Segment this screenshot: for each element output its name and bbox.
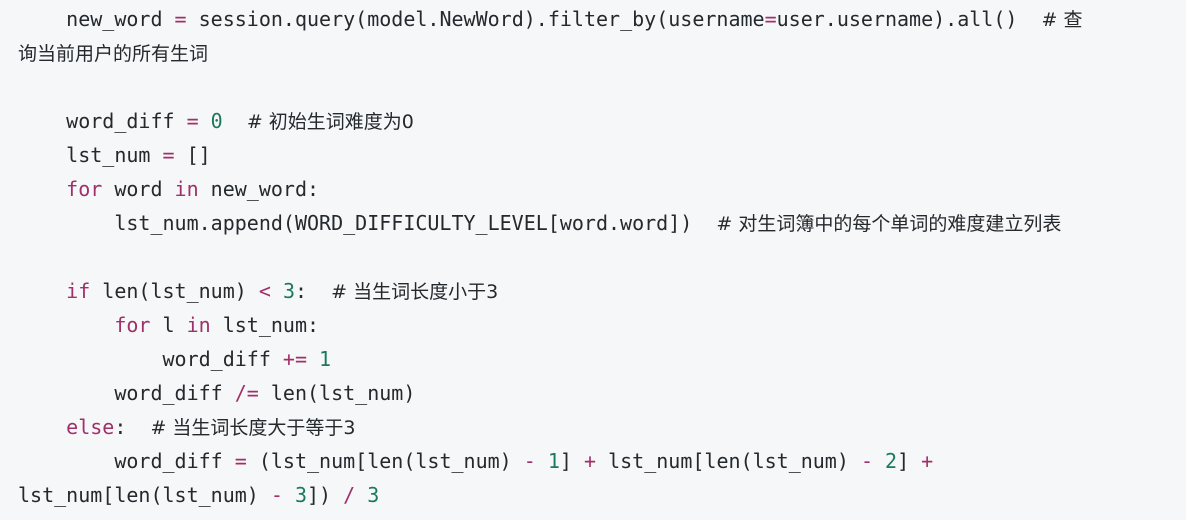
code-comment: # 对生词簿中的每个单词的难度建立列表 — [716, 213, 1062, 235]
code-line: lst_num = [] — [18, 138, 1186, 172]
code-token: lst_num[len(lst_num) — [18, 483, 271, 507]
code-token: 3 — [367, 483, 380, 507]
code-token: lst_num: — [210, 313, 320, 337]
code-token: - — [860, 449, 873, 473]
code-line: 询当前用户的所有生词 — [18, 36, 1186, 70]
code-token: word — [102, 177, 175, 201]
code-token: 1 — [319, 347, 332, 371]
code-line: lst_num.append(WORD_DIFFICULTY_LEVEL[wor… — [18, 206, 1186, 240]
code-comment: # 当生词长度大于等于3 — [150, 417, 356, 439]
code-line: word_diff /= len(lst_num) — [18, 376, 1186, 410]
code-line: word_diff += 1 — [18, 342, 1186, 376]
code-token: += — [282, 347, 307, 371]
code-token: + — [583, 449, 597, 473]
code-token: word_diff — [18, 347, 283, 371]
code-line: lst_num[len(lst_num) - 3]) / 3 — [18, 478, 1186, 512]
code-token: lst_num[len(lst_num) — [596, 449, 861, 473]
code-token: (lst_num[len(lst_num) — [246, 449, 524, 473]
code-line: new_word = session.query(model.NewWord).… — [18, 2, 1186, 36]
code-token: /= — [234, 381, 259, 405]
code-token: = — [234, 449, 247, 473]
code-token: 1 — [547, 449, 560, 473]
code-token: 3 — [282, 279, 295, 303]
code-token: new_word: — [198, 177, 320, 201]
code-token: lst_num.append(WORD_DIFFICULTY_LEVEL[wor… — [18, 211, 717, 235]
code-token: new_word — [18, 7, 175, 31]
code-token: 0 — [210, 109, 223, 133]
code-token: - — [270, 483, 283, 507]
code-token: for — [114, 313, 151, 337]
code-token: in — [174, 177, 199, 201]
code-block: new_word = session.query(model.NewWord).… — [0, 0, 1186, 520]
code-line: for word in new_word: — [18, 172, 1186, 206]
code-token: user.username).all() — [776, 7, 1042, 31]
code-token: 2 — [885, 449, 898, 473]
code-comment: # 当生词长度小于3 — [331, 281, 499, 303]
code-line: word_diff = (lst_num[len(lst_num) - 1] +… — [18, 444, 1186, 478]
code-token: = — [174, 7, 187, 31]
code-token: < — [258, 279, 271, 303]
code-token: + — [921, 449, 934, 473]
code-token: word_diff — [18, 109, 187, 133]
code-comment: # 初始生词难度为0 — [246, 111, 414, 133]
code-token: for — [66, 177, 103, 201]
code-token: [] — [174, 143, 211, 167]
code-token: = — [186, 109, 199, 133]
code-token: = — [764, 7, 777, 31]
code-token: l — [150, 313, 187, 337]
code-token: len(lst_num) — [90, 279, 259, 303]
code-token: : — [114, 415, 151, 439]
code-comment: 询当前用户的所有生词 — [18, 43, 209, 65]
code-line: else: # 当生词长度大于等于3 — [18, 410, 1186, 444]
code-token: if — [66, 279, 91, 303]
code-token: 3 — [294, 483, 308, 507]
code-token: lst_num — [18, 143, 163, 167]
code-line: for l in lst_num: — [18, 308, 1186, 342]
code-token: - — [523, 449, 536, 473]
code-token: in — [186, 313, 211, 337]
code-token: else — [66, 415, 115, 439]
code-line: word_diff = 0 # 初始生词难度为0 — [18, 104, 1186, 138]
code-comment: # 查 — [1041, 9, 1083, 31]
code-token: = — [162, 143, 175, 167]
code-token: word_diff — [18, 449, 235, 473]
code-token: / — [343, 483, 356, 507]
code-token: : — [294, 279, 332, 303]
code-token: session.query(model.NewWord).filter_by(u… — [186, 7, 765, 31]
code-token: ] — [559, 449, 584, 473]
code-token: len(lst_num) — [258, 381, 416, 405]
code-token: word_diff — [18, 381, 235, 405]
code-line: if len(lst_num) < 3: # 当生词长度小于3 — [18, 274, 1186, 308]
code-token: ] — [897, 449, 922, 473]
code-token: ]) — [307, 483, 344, 507]
